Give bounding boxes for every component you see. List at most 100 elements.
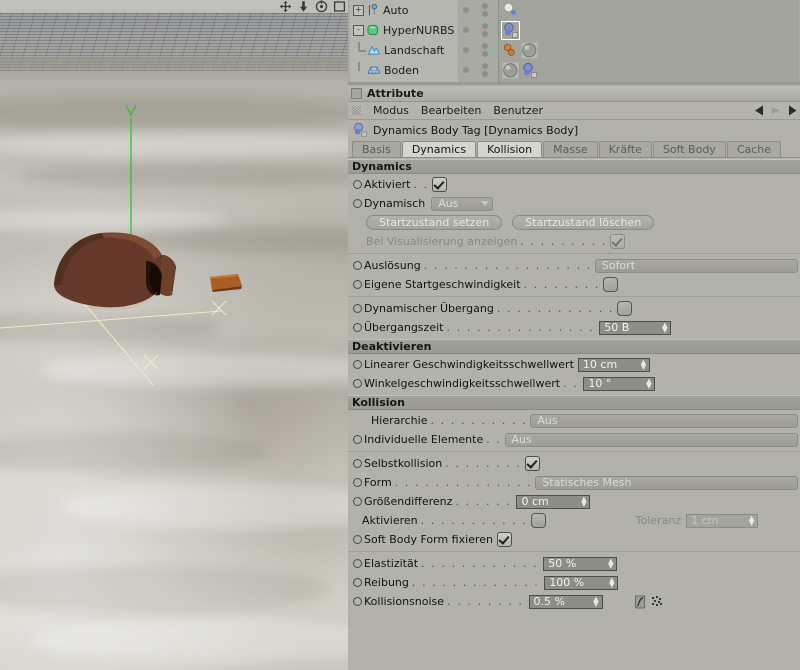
row-form[interactable]: Form . . . . . . . . . . . . . . Statisc…	[348, 473, 800, 492]
menu-item-modus[interactable]: Modus	[373, 104, 409, 117]
render-visibility-dot-bottom[interactable]	[482, 11, 488, 17]
animate-bullet-icon[interactable]	[353, 360, 362, 369]
dynamics-body-tag-blue-icon[interactable]	[521, 62, 538, 79]
checkbox-aktiviert[interactable]	[431, 177, 447, 192]
checkbox-visualisierung[interactable]	[609, 234, 625, 249]
toggle-aktivieren[interactable]	[530, 513, 546, 528]
viewport-scene[interactable]	[0, 13, 348, 670]
stepper-arrows-icon[interactable]: ▲ ▼	[644, 377, 653, 390]
zoom-camera-icon[interactable]	[297, 0, 310, 13]
editor-visibility-dot[interactable]	[463, 7, 469, 13]
row-selbstkollision[interactable]: Selbstkollision . . . . . . . .	[348, 454, 800, 473]
render-visibility-dot-bottom[interactable]	[482, 71, 488, 77]
checkbox-selbstkollision[interactable]	[524, 456, 540, 471]
animate-bullet-icon[interactable]	[353, 597, 362, 606]
dropdown-form[interactable]: Statisches Mesh	[535, 475, 798, 490]
animate-bullet-icon[interactable]	[353, 280, 362, 289]
stepper-arrows-icon[interactable]: ▲ ▼	[579, 495, 588, 508]
animate-bullet-icon[interactable]	[353, 435, 362, 444]
stepper-arrows-icon[interactable]: ▲ ▼	[660, 321, 669, 334]
cloth-patch-object[interactable]	[204, 271, 244, 293]
render-visibility-dot-bottom[interactable]	[482, 51, 488, 57]
object-row-auto[interactable]: + Auto	[350, 0, 458, 20]
numeric-uebergangszeit[interactable]: 50 B ▲ ▼	[599, 320, 672, 335]
section-header-dynamics[interactable]: Dynamics	[348, 159, 800, 174]
row-winkel-schwellwert[interactable]: Winkelgeschwindigkeitsschwellwert . . 10…	[348, 374, 800, 393]
animate-bullet-icon[interactable]	[353, 559, 362, 568]
back-arrow-icon[interactable]	[752, 104, 766, 117]
tag-row[interactable]	[499, 20, 799, 40]
numeric-toleranz[interactable]: 1 cm ▲ ▼	[686, 513, 759, 528]
dropdown-ausloesung[interactable]: Sofort	[594, 258, 798, 273]
row-aktiviert[interactable]: Aktiviert . .	[348, 175, 800, 194]
animate-bullet-icon[interactable]	[353, 478, 362, 487]
render-visibility-dot-top[interactable]	[482, 3, 488, 9]
spline-curve-icon[interactable]	[634, 595, 646, 609]
material-tag-gray-icon[interactable]	[502, 62, 519, 79]
row-eigene-startgeschwindigkeit[interactable]: Eigene Startgeschwindigkeit . . . . . . …	[348, 275, 800, 294]
numeric-winkel-schwellwert[interactable]: 10 ° ▲ ▼	[583, 376, 656, 391]
attribute-manager[interactable]: Attribute Modus Bearbeiten Benutzer Dyna…	[348, 86, 800, 670]
row-ausloesung[interactable]: Auslösung . . . . . . . . . . . . . . . …	[348, 256, 800, 275]
tag-row[interactable]	[499, 40, 799, 60]
editor-visibility-dot[interactable]	[463, 47, 469, 53]
row-elastizitaet[interactable]: Elastizität . . . . . . . . . . . . 50 %…	[348, 554, 800, 573]
dynamics-body-tag-white-icon[interactable]	[502, 2, 519, 19]
object-tree[interactable]: + Auto - HyperNURBS Landschaft Boden	[350, 0, 459, 82]
stepper-arrows-icon[interactable]: ▲ ▼	[607, 576, 616, 589]
section-header-deaktivieren[interactable]: Deaktivieren	[348, 339, 800, 354]
dropdown-individuelle-elemente[interactable]: Aus	[504, 432, 798, 447]
animate-bullet-icon[interactable]	[353, 199, 362, 208]
numeric-kollisionsnoise[interactable]: 0.5 % ▲ ▼	[528, 594, 603, 609]
row-individuelle-elemente[interactable]: Individuelle Elemente . . Aus	[348, 430, 800, 449]
animate-bullet-icon[interactable]	[353, 497, 362, 506]
stepper-arrows-icon[interactable]: ▲ ▼	[747, 514, 756, 527]
maximize-viewport-icon[interactable]	[333, 0, 346, 13]
render-visibility-dot-top[interactable]	[482, 63, 488, 69]
tab-dynamics[interactable]: Dynamics	[401, 141, 477, 157]
menu-item-bearbeiten[interactable]: Bearbeiten	[421, 104, 481, 117]
numeric-groessendifferenz[interactable]: 0 cm ▲ ▼	[516, 494, 591, 509]
tag-row[interactable]	[499, 60, 799, 80]
menu-item-benutzer[interactable]: Benutzer	[493, 104, 543, 117]
attribute-tabs[interactable]: Basis Dynamics Kollision Masse Kräfte So…	[348, 140, 800, 157]
object-row-hypernurbs[interactable]: - HyperNURBS	[350, 20, 458, 40]
set-initial-state-button[interactable]: Startzustand setzen	[366, 215, 503, 230]
editor-visibility-dot[interactable]	[463, 27, 469, 33]
expander-plus-icon[interactable]: +	[353, 4, 364, 16]
tab-soft-body[interactable]: Soft Body	[652, 141, 726, 157]
row-uebergangszeit[interactable]: Übergangszeit . . . . . . . . . . . . . …	[348, 318, 800, 337]
tab-kraefte[interactable]: Kräfte	[598, 141, 652, 157]
animate-bullet-icon[interactable]	[353, 304, 362, 313]
object-row-landschaft[interactable]: Landschaft	[350, 40, 458, 60]
dropdown-dynamisch[interactable]: Aus	[431, 196, 494, 211]
stepper-arrows-icon[interactable]: ▲ ▼	[592, 595, 601, 608]
dropdown-hierarchie[interactable]: Aus	[530, 413, 798, 428]
viewport-panel[interactable]	[0, 0, 348, 670]
render-visibility-dot-top[interactable]	[482, 23, 488, 29]
up-arrow-icon[interactable]	[786, 104, 798, 117]
object-manager[interactable]: + Auto - HyperNURBS Landschaft Boden ✓ ✓	[348, 0, 800, 85]
tab-masse[interactable]: Masse	[543, 141, 598, 157]
numeric-reibung[interactable]: 100 % ▲ ▼	[544, 575, 619, 590]
object-visibility-dots[interactable]: ✓ ✓	[458, 0, 499, 82]
noise-icon[interactable]	[651, 595, 663, 609]
render-visibility-dot-top[interactable]	[482, 43, 488, 49]
toggle-startgeschwindigkeit[interactable]	[602, 277, 618, 292]
material-tag-gray-icon[interactable]	[521, 42, 538, 59]
animate-bullet-icon[interactable]	[353, 578, 362, 587]
rotate-camera-icon[interactable]	[315, 0, 328, 13]
row-dynamisch[interactable]: Dynamisch Aus	[348, 194, 800, 213]
render-visibility-dot-bottom[interactable]	[482, 31, 488, 37]
row-aktivieren-toleranz[interactable]: Aktivieren . . . . . . . . . . . Toleran…	[348, 511, 800, 530]
row-hierarchie[interactable]: Hierarchie . . . . . . . . . . Aus	[348, 411, 800, 430]
tab-kollision[interactable]: Kollision	[477, 141, 543, 157]
dynamics-body-tag-blue-selected-icon[interactable]	[501, 20, 520, 40]
row-reibung[interactable]: Reibung . . . . . . . . . . . . . 100 % …	[348, 573, 800, 592]
history-nav-group[interactable]	[752, 104, 798, 117]
move-camera-icon[interactable]	[279, 0, 292, 13]
row-kollisionsnoise[interactable]: Kollisionsnoise . . . . . . . . 0.5 % ▲ ▼	[348, 592, 800, 611]
toggle-dynamischer-uebergang[interactable]	[617, 301, 633, 316]
clear-initial-state-button[interactable]: Startzustand löschen	[512, 215, 655, 230]
visibility-dot-row[interactable]	[458, 60, 498, 80]
